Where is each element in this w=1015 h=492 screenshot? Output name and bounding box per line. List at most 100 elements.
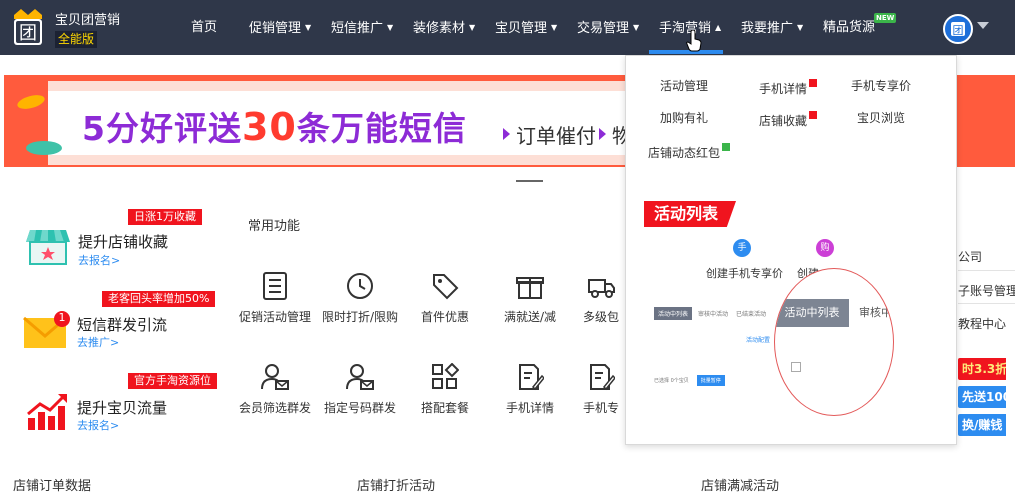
menu-item-store-favorites[interactable]: 店铺收藏 [759,111,818,128]
chevron-down-icon: ▼ [797,23,804,32]
promo-link[interactable]: 去推广> [77,334,119,350]
tool-label: 满就送/减 [503,310,557,324]
menu-item-label: 手机详情 [759,82,808,96]
right-promo-badge[interactable]: 时3.3折 [958,358,1006,380]
growth-chart-icon [27,394,67,430]
promo-tag: 日涨1万收藏 [128,209,202,225]
tool-bundle-package[interactable]: 搭配套餐 [405,363,485,415]
menu-item-item-browsing[interactable]: 宝贝浏览 [857,111,905,125]
nav-decoration-materials[interactable]: 装修素材 ▼ [413,18,475,39]
new-tag-icon [722,143,731,151]
menu-item-label: 手机专享价 [851,79,912,93]
tool-mobile-details[interactable]: 手机详情 [490,363,570,415]
checkbox [791,362,801,372]
promo-link[interactable]: 去报名> [78,252,120,268]
truck-icon [588,279,615,298]
nav-label: 短信推广 [331,21,384,36]
preview-mini-footer: 已选择 0个宝贝 批量暂停 [654,375,725,386]
common-functions-title: 常用功能 [248,219,301,234]
svg-text:团: 团 [953,24,964,37]
menu-item-store-red-packet[interactable]: 店铺动态红包 [648,143,731,160]
nav-premium-sourcing[interactable]: 精品货源 [823,18,875,38]
svg-text:团: 团 [19,23,37,44]
promo-link[interactable]: 去报名> [77,417,119,433]
mini-tab: 审核中活动 [698,311,729,318]
promo-title[interactable]: 提升宝贝流量 [77,397,167,418]
mini-footer-text: 已选择 0个宝贝 [654,378,689,384]
chevron-down-icon[interactable] [977,22,989,29]
banner-feature: 订单催付 [503,120,596,149]
carousel-indicator[interactable] [516,180,543,182]
tool-member-group-sms[interactable]: 会员筛选群发 [235,363,315,415]
nav-promote[interactable]: 我要推广 ▼ [741,18,803,39]
divider [958,270,1015,271]
activity-list-ribbon: 活动列表 [644,201,737,227]
banner-stripe [48,155,688,165]
nav-label: 精品货源 [823,20,876,35]
nav-label: 装修素材 [413,21,466,36]
page: 团 宝贝团营销 全能版 首页 促销管理 ▼ 短信推广 ▼ 装修素材 ▼ 宝贝管理 ▼ 交… [0,0,1015,492]
notification-count: 1 [58,311,66,324]
nav-sms-promotion[interactable]: 短信推广 ▼ [331,18,393,39]
chevron-down-icon: ▼ [469,23,476,32]
edit-document-icon [519,364,544,391]
nav-home[interactable]: 首页 [191,18,217,38]
edit-document-icon [590,364,615,391]
right-link-subaccount[interactable]: 子账号管理 [958,282,1015,299]
store-orders-title: 店铺订单数据 [13,479,92,492]
nav-label: 首页 [191,20,218,35]
tool-label: 限时打折/限购 [321,310,399,324]
menu-item-add-to-cart-gift[interactable]: 加购有礼 [660,111,708,125]
menu-item-activity-management[interactable]: 活动管理 [660,79,708,93]
nav-trade-management[interactable]: 交易管理 ▼ [577,18,639,39]
divider [958,303,1015,304]
hot-tag-icon [809,79,818,87]
banner-headline-part: 5分好评送 [82,109,242,148]
nav-label: 交易管理 [577,21,630,36]
banner-feature-label: 订单催付 [516,124,596,148]
mini-tab-active: 活动中列表 [654,307,693,320]
logo-icon[interactable]: 团 [11,9,45,47]
new-badge: NEW [874,13,897,23]
tool-first-item-discount[interactable]: 首件优惠 [405,272,485,324]
avatar[interactable]: 团 [943,14,973,44]
tool-limited-discount[interactable]: 限时打折/限购 [320,272,400,324]
mobile-marketing-dropdown: 活动管理 手机详情 手机专享价 加购有礼 店铺收藏 宝贝浏览 店铺动态红包 活动… [625,55,957,445]
right-promo-badge[interactable]: 先送100条 [958,386,1006,408]
chevron-up-icon: ▲ [715,23,722,32]
leaf-decoration-icon [17,95,45,109]
hot-tag-icon [809,111,818,119]
document-list-icon [263,272,287,300]
menu-item-label: 加购有礼 [660,111,709,125]
brand-name: 宝贝团营销 [55,13,121,28]
menu-item-label: 宝贝浏览 [857,111,906,125]
menu-item-mobile-details[interactable]: 手机详情 [759,79,818,96]
purchase-icon: 购 [816,239,834,257]
mini-tab: 已结束活动 [736,311,767,318]
promo-tag: 官方手淘资源位 [128,373,217,389]
tool-number-group-sms[interactable]: 指定号码群发 [320,363,400,415]
nav-label: 促销管理 [249,21,302,36]
nav-item-management[interactable]: 宝贝管理 ▼ [495,18,557,39]
user-mail-icon [261,364,289,390]
banner-stripe [48,81,688,91]
tool-label: 会员筛选群发 [238,401,311,415]
tool-multi-level-shipping[interactable]: 多级包 [575,272,627,324]
right-promo-badge[interactable]: 换/赚钱 [958,414,1006,436]
right-link-tutorials[interactable]: 教程中心 [958,315,1006,332]
promo-title[interactable]: 短信群发引流 [77,314,167,335]
promo-title[interactable]: 提升店铺收藏 [78,231,168,252]
right-link-company[interactable]: 公司 [958,248,982,265]
banner-headline: 5分好评送30条万能短信 [82,107,467,149]
store-spend-reduce-title: 店铺满减活动 [701,479,780,492]
preview-mini-tabs: 活动中列表 审核中活动 已结束活动 [654,307,774,320]
mini-button: 批量暂停 [696,375,725,386]
nav-promotion-management[interactable]: 促销管理 ▼ [249,18,311,39]
menu-item-mobile-exclusive-price[interactable]: 手机专享价 [851,79,911,93]
gift-icon [516,277,544,299]
tool-spend-and-gift[interactable]: 满就送/减 [490,272,570,324]
nav-label: 宝贝管理 [495,21,548,36]
tool-promotion-management[interactable]: 促销活动管理 [235,272,315,324]
magnified-tab: 审核中活动 [859,306,893,319]
tool-mobile-exclusive-price[interactable]: 手机专 [575,363,627,415]
